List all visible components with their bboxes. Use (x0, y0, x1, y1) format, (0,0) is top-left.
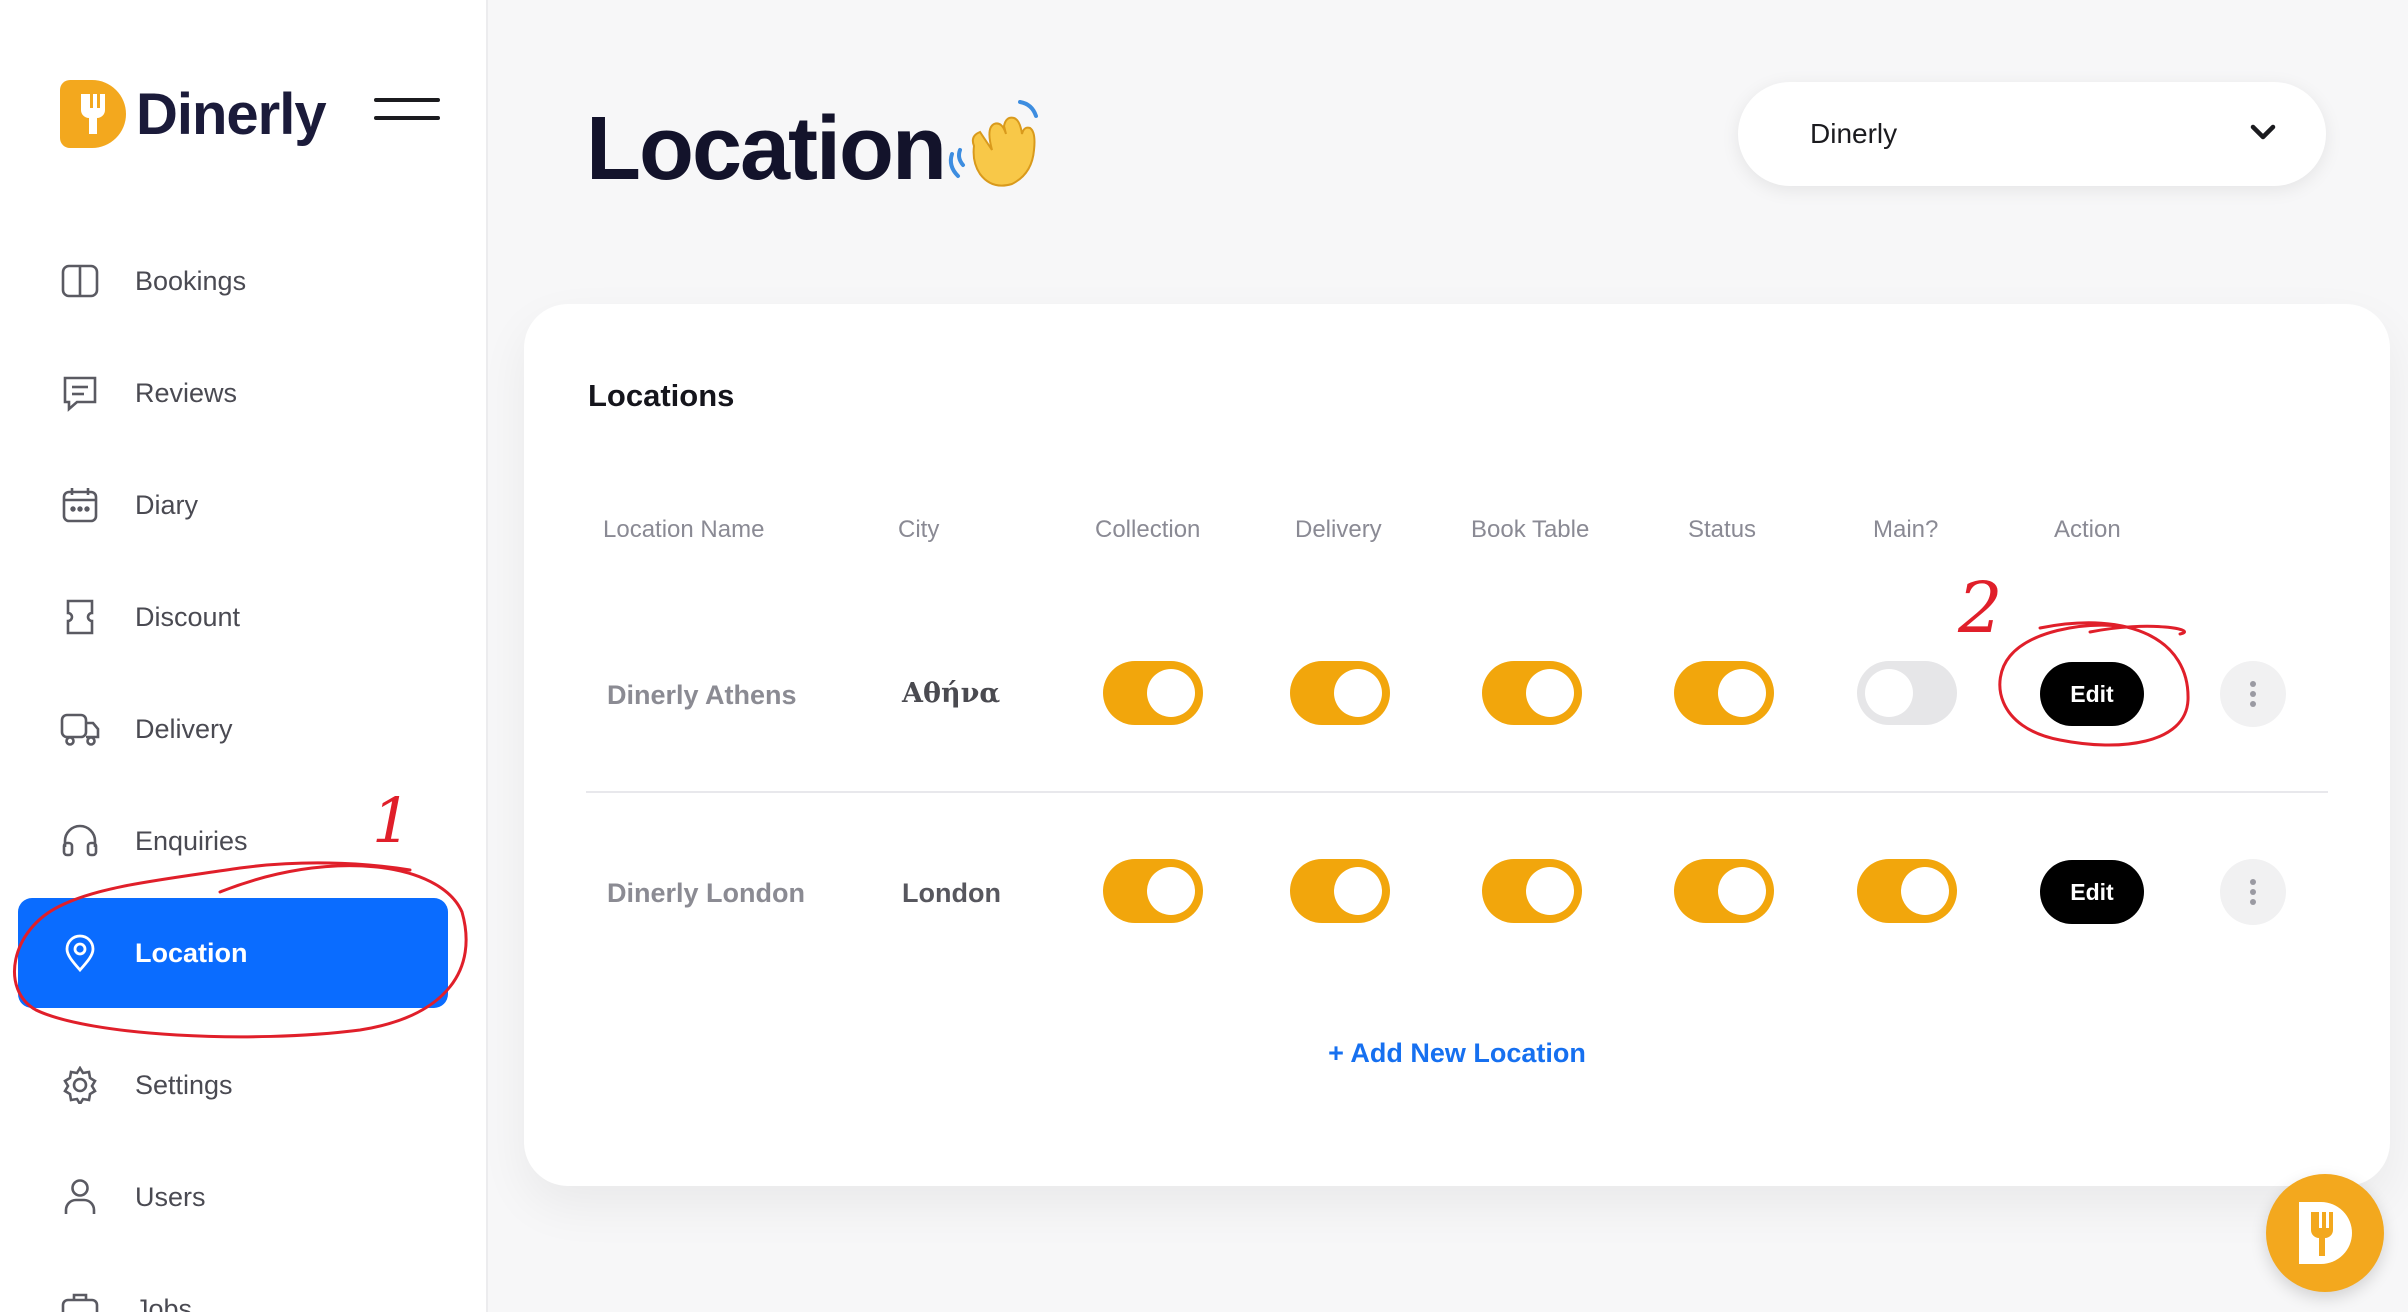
page-title: Location (586, 99, 947, 199)
sidebar-item-label: Location (135, 937, 248, 968)
organization-select-value: Dinerly (1810, 118, 1898, 149)
dinerly-logo-icon (60, 80, 126, 148)
calendar-icon (60, 485, 100, 525)
column-header-delivery: Delivery (1295, 516, 1382, 543)
sidebar-item-bookings[interactable]: Bookings (18, 226, 448, 336)
menu-toggle-icon[interactable] (374, 98, 440, 128)
gear-icon (60, 1065, 100, 1105)
location-name: Dinerly Athens (607, 680, 797, 710)
edit-button[interactable]: Edit (2040, 662, 2144, 726)
sidebar-item-users[interactable]: Users (18, 1142, 448, 1252)
sidebar: Dinerly Bookings Reviews Diary Discount … (0, 0, 488, 1312)
main-toggle[interactable] (1857, 661, 1957, 725)
locations-card: Locations Location Name City Collection … (524, 304, 2390, 1186)
sidebar-item-discount[interactable]: Discount (18, 562, 448, 672)
sidebar-item-settings[interactable]: Settings (18, 1030, 448, 1140)
card-title: Locations (588, 378, 735, 413)
column-header-main: Main? (1873, 516, 1939, 543)
sidebar-item-label: Diary (135, 489, 199, 520)
column-header-collection: Collection (1095, 516, 1201, 543)
truck-icon (60, 709, 100, 749)
column-header-status: Status (1688, 516, 1757, 543)
column-header-book-table: Book Table (1471, 516, 1590, 543)
book-table-toggle[interactable] (1482, 661, 1582, 725)
more-options-icon[interactable] (2220, 859, 2286, 925)
sidebar-item-label: Users (135, 1181, 206, 1212)
collection-toggle[interactable] (1103, 661, 1203, 725)
chevron-down-icon (2250, 124, 2276, 145)
dinerly-logo-icon (2299, 1202, 2352, 1264)
user-icon (60, 1177, 100, 1217)
headset-icon (60, 821, 100, 861)
sidebar-item-reviews[interactable]: Reviews (18, 338, 448, 448)
status-toggle[interactable] (1674, 859, 1774, 923)
dinerly-chat-button[interactable] (2266, 1174, 2384, 1292)
add-new-location-link[interactable]: + Add New Location (524, 1038, 2390, 1069)
map-pin-icon (60, 933, 100, 973)
sidebar-item-diary[interactable]: Diary (18, 450, 448, 560)
sidebar-item-label: Discount (135, 601, 241, 632)
column-header-action: Action (2054, 516, 2121, 543)
sidebar-item-label: Jobs (135, 1293, 193, 1312)
column-header-city: City (898, 516, 940, 543)
status-toggle[interactable] (1674, 661, 1774, 725)
sidebar-item-jobs[interactable]: Jobs (18, 1254, 448, 1312)
delivery-toggle[interactable] (1290, 661, 1390, 725)
location-name: Dinerly London (607, 878, 805, 908)
ticket-icon (60, 597, 100, 637)
location-city: Αθήνα (902, 678, 1001, 709)
delivery-toggle[interactable] (1290, 859, 1390, 923)
column-header-location-name: Location Name (603, 516, 765, 543)
waving-hand-icon (944, 96, 1054, 201)
message-icon (60, 373, 100, 413)
sidebar-item-label: Enquiries (135, 825, 248, 856)
sidebar-item-delivery[interactable]: Delivery (18, 674, 448, 784)
sidebar-item-label: Delivery (135, 713, 233, 744)
row-divider (586, 791, 2328, 793)
book-icon (60, 261, 100, 301)
sidebar-item-label: Bookings (135, 265, 247, 296)
brand[interactable]: Dinerly (60, 80, 327, 148)
collection-toggle[interactable] (1103, 859, 1203, 923)
more-options-icon[interactable] (2220, 661, 2286, 727)
location-city: London (902, 878, 1001, 908)
book-table-toggle[interactable] (1482, 859, 1582, 923)
sidebar-item-location[interactable]: Location (18, 898, 448, 1008)
organization-select[interactable]: Dinerly (1738, 82, 2326, 186)
main-toggle[interactable] (1857, 859, 1957, 923)
sidebar-item-label: Settings (135, 1069, 233, 1100)
sidebar-item-label: Reviews (135, 377, 238, 408)
edit-button[interactable]: Edit (2040, 860, 2144, 924)
brand-name: Dinerly (136, 81, 327, 147)
sidebar-item-enquiries[interactable]: Enquiries (18, 786, 448, 896)
briefcase-icon (60, 1289, 100, 1312)
